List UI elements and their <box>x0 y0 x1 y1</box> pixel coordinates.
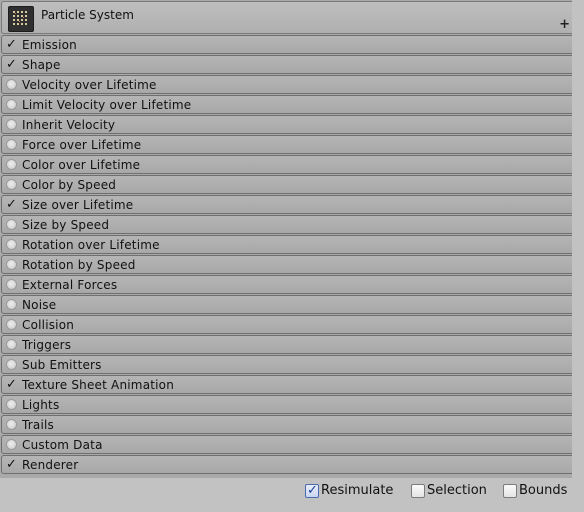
module-row-noise[interactable]: Noise <box>1 295 576 314</box>
module-label: Inherit Velocity <box>22 118 116 132</box>
module-disabled-toggle-icon[interactable] <box>6 339 17 350</box>
module-label: Force over Lifetime <box>22 138 142 152</box>
resimulate-label: Resimulate <box>321 483 394 498</box>
module-row-inherit-velocity[interactable]: Inherit Velocity <box>1 115 576 134</box>
simulation-options-bar: ✓ Resimulate Selection Bounds <box>0 478 584 512</box>
particle-system-icon <box>8 6 34 32</box>
module-label: Custom Data <box>22 438 103 452</box>
module-label: Shape <box>22 58 61 72</box>
module-disabled-toggle-icon[interactable] <box>6 159 17 170</box>
module-list: ✓ Emission ✓ Shape Velocity over Lifetime Lim… <box>1 35 576 475</box>
module-disabled-toggle-icon[interactable] <box>6 439 17 450</box>
module-enabled-check-icon[interactable]: ✓ <box>6 377 19 392</box>
module-enabled-check-icon[interactable]: ✓ <box>6 57 19 72</box>
bounds-checkbox[interactable] <box>503 484 517 498</box>
module-disabled-toggle-icon[interactable] <box>6 219 17 230</box>
module-row-color-by-speed[interactable]: Color by Speed <box>1 175 576 194</box>
module-row-trails[interactable]: Trails <box>1 415 576 434</box>
add-module-plus-icon[interactable]: + <box>559 18 570 31</box>
module-disabled-toggle-icon[interactable] <box>6 239 17 250</box>
module-row-emission[interactable]: ✓ Emission <box>1 35 576 54</box>
particle-system-header[interactable]: Particle System + <box>1 1 576 34</box>
module-label: Trails <box>22 418 54 432</box>
module-label: Velocity over Lifetime <box>22 78 157 92</box>
module-label: Renderer <box>22 458 79 472</box>
module-disabled-toggle-icon[interactable] <box>6 99 17 110</box>
header-title: Particle System <box>41 8 134 22</box>
module-disabled-toggle-icon[interactable] <box>6 259 17 270</box>
module-label: Rotation over Lifetime <box>22 238 160 252</box>
module-label: Sub Emitters <box>22 358 102 372</box>
module-disabled-toggle-icon[interactable] <box>6 119 17 130</box>
module-enabled-check-icon[interactable]: ✓ <box>6 37 19 52</box>
module-row-size-over-lifetime[interactable]: ✓ Size over Lifetime <box>1 195 576 214</box>
module-label: Noise <box>22 298 57 312</box>
particle-system-inspector: Particle System + ✓ Emission ✓ Shape Velocit… <box>0 0 578 478</box>
module-label: Limit Velocity over Lifetime <box>22 98 192 112</box>
module-label: External Forces <box>22 278 118 292</box>
module-row-texture-sheet-animation[interactable]: ✓ Texture Sheet Animation <box>1 375 576 394</box>
bounds-label: Bounds <box>519 483 568 498</box>
module-row-sub-emitters[interactable]: Sub Emitters <box>1 355 576 374</box>
selection-label: Selection <box>427 483 487 498</box>
module-disabled-toggle-icon[interactable] <box>6 279 17 290</box>
module-label: Size by Speed <box>22 218 110 232</box>
module-disabled-toggle-icon[interactable] <box>6 399 17 410</box>
module-row-renderer[interactable]: ✓ Renderer <box>1 455 576 474</box>
module-label: Triggers <box>22 338 72 352</box>
module-label: Color by Speed <box>22 178 117 192</box>
module-disabled-toggle-icon[interactable] <box>6 419 17 430</box>
module-label: Size over Lifetime <box>22 198 134 212</box>
module-label: Color over Lifetime <box>22 158 141 172</box>
module-label: Collision <box>22 318 75 332</box>
module-row-lights[interactable]: Lights <box>1 395 576 414</box>
module-row-collision[interactable]: Collision <box>1 315 576 334</box>
module-enabled-check-icon[interactable]: ✓ <box>6 457 19 472</box>
module-row-shape[interactable]: ✓ Shape <box>1 55 576 74</box>
module-label: Texture Sheet Animation <box>22 378 175 392</box>
module-row-force-over-lifetime[interactable]: Force over Lifetime <box>1 135 576 154</box>
selection-checkbox[interactable] <box>411 484 425 498</box>
module-row-size-by-speed[interactable]: Size by Speed <box>1 215 576 234</box>
module-label: Rotation by Speed <box>22 258 136 272</box>
module-row-triggers[interactable]: Triggers <box>1 335 576 354</box>
module-disabled-toggle-icon[interactable] <box>6 319 17 330</box>
module-row-rotation-over-lifetime[interactable]: Rotation over Lifetime <box>1 235 576 254</box>
module-enabled-check-icon[interactable]: ✓ <box>6 197 19 212</box>
module-row-rotation-by-speed[interactable]: Rotation by Speed <box>1 255 576 274</box>
module-label: Lights <box>22 398 60 412</box>
module-row-limit-velocity-over-lifetime[interactable]: Limit Velocity over Lifetime <box>1 95 576 114</box>
resimulate-checkbox[interactable]: ✓ <box>305 483 319 498</box>
module-disabled-toggle-icon[interactable] <box>6 299 17 310</box>
module-row-velocity-over-lifetime[interactable]: Velocity over Lifetime <box>1 75 576 94</box>
module-row-color-over-lifetime[interactable]: Color over Lifetime <box>1 155 576 174</box>
module-label: Emission <box>22 38 77 52</box>
scrollbar-edge <box>572 0 578 478</box>
module-disabled-toggle-icon[interactable] <box>6 79 17 90</box>
module-row-custom-data[interactable]: Custom Data <box>1 435 576 454</box>
check-icon: ✓ <box>307 483 318 498</box>
module-disabled-toggle-icon[interactable] <box>6 359 17 370</box>
module-row-external-forces[interactable]: External Forces <box>1 275 576 294</box>
module-disabled-toggle-icon[interactable] <box>6 179 17 190</box>
module-disabled-toggle-icon[interactable] <box>6 139 17 150</box>
